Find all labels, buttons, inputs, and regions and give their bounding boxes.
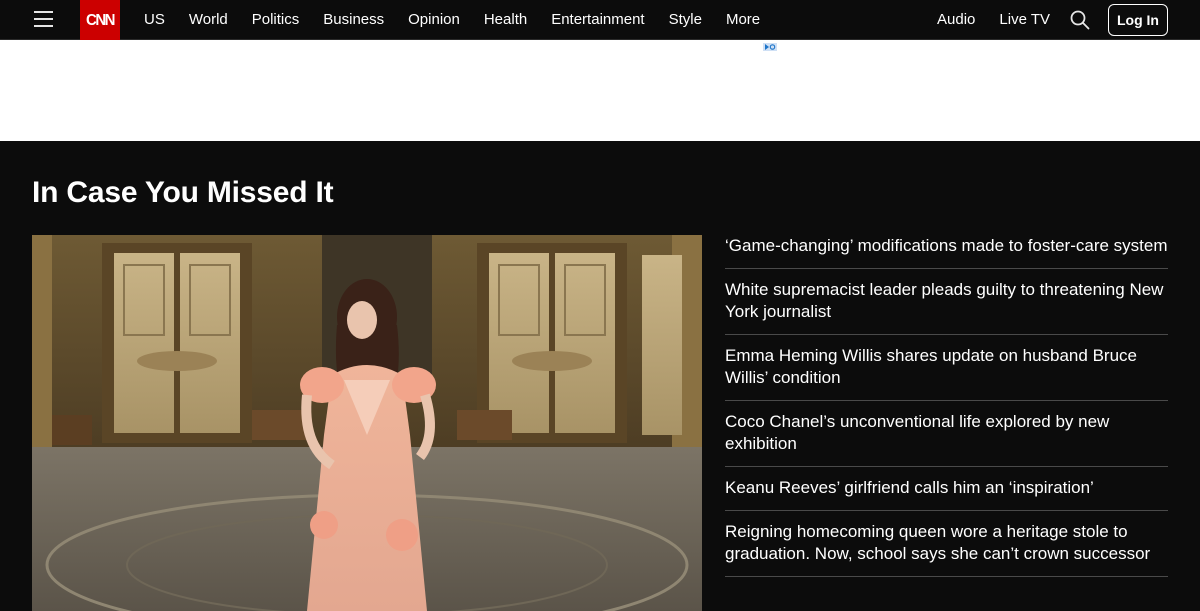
section-title: In Case You Missed It	[32, 176, 334, 209]
search-icon[interactable]	[1070, 10, 1090, 30]
story-headline[interactable]: Emma Heming Willis shares update on husb…	[725, 345, 1168, 401]
story-headline[interactable]: Keanu Reeves’ girlfriend calls him an ‘i…	[725, 477, 1168, 511]
cnn-logo[interactable]: CNN	[80, 0, 120, 40]
ad-choices-icon[interactable]	[763, 38, 777, 51]
top-nav: CNN US World Politics Business Opinion H…	[0, 0, 1200, 40]
live-tv-link[interactable]: Live TV	[999, 0, 1050, 40]
story-headline[interactable]: ‘Game-changing’ modifications made to fo…	[725, 235, 1168, 269]
logo-text: CNN	[86, 11, 116, 29]
nav-link-world[interactable]: World	[189, 0, 228, 40]
ad-slot	[0, 40, 1200, 141]
audio-link[interactable]: Audio	[937, 0, 975, 40]
nav-links: US World Politics Business Opinion Healt…	[144, 0, 784, 40]
nav-link-style[interactable]: Style	[669, 0, 702, 40]
story-list: ‘Game-changing’ modifications made to fo…	[725, 235, 1168, 587]
nav-link-business[interactable]: Business	[323, 0, 384, 40]
nav-link-more[interactable]: More	[726, 0, 760, 40]
nav-link-us[interactable]: US	[144, 0, 165, 40]
story-headline[interactable]: White supremacist leader pleads guilty t…	[725, 279, 1168, 335]
nav-link-entertainment[interactable]: Entertainment	[551, 0, 644, 40]
nav-link-politics[interactable]: Politics	[252, 0, 300, 40]
nav-link-health[interactable]: Health	[484, 0, 527, 40]
nav-right: Audio Live TV Log In	[937, 0, 1168, 40]
story-headline[interactable]: Coco Chanel’s unconventional life explor…	[725, 411, 1168, 467]
in-case-you-missed-it-section: In Case You Missed It ‘Game-changing’ mo…	[0, 141, 1200, 611]
hamburger-menu-icon[interactable]	[34, 10, 53, 28]
hero-image[interactable]	[32, 235, 702, 611]
login-button[interactable]: Log In	[1108, 4, 1168, 36]
story-headline[interactable]: Reigning homecoming queen wore a heritag…	[725, 521, 1168, 577]
nav-link-opinion[interactable]: Opinion	[408, 0, 460, 40]
